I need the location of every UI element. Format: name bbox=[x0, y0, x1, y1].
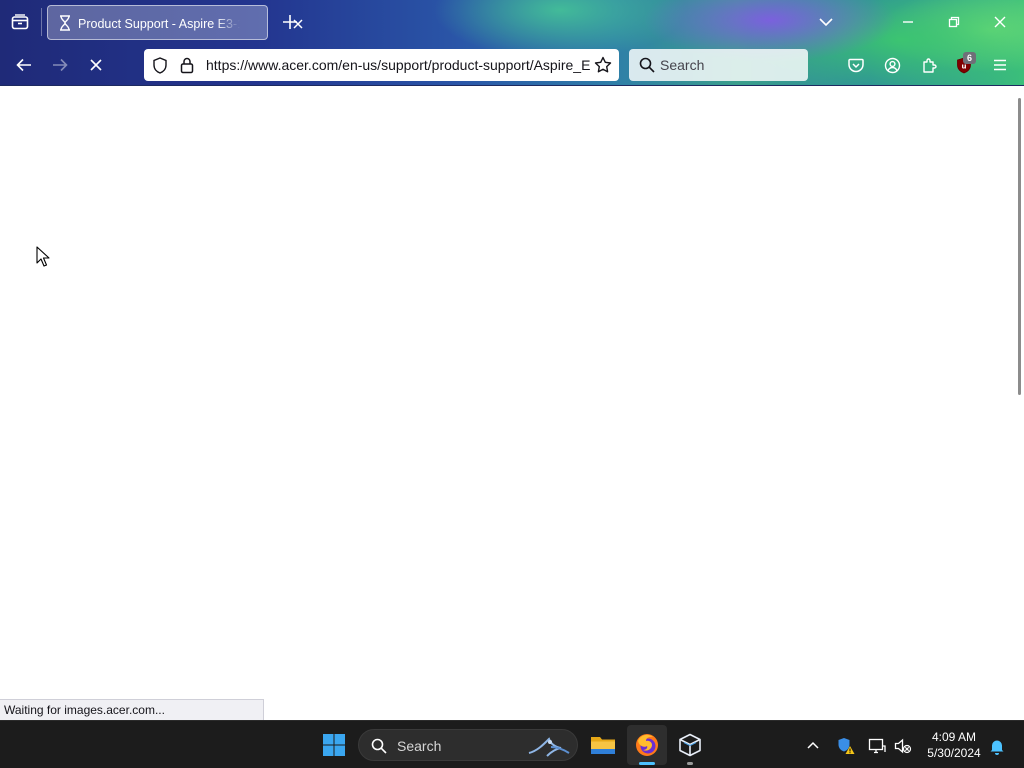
bell-icon bbox=[990, 740, 1004, 755]
app-menu-button[interactable] bbox=[989, 54, 1011, 76]
network-monitor-icon bbox=[868, 738, 886, 754]
puzzle-piece-icon bbox=[922, 57, 937, 73]
search-highlight-bird-icon bbox=[528, 737, 570, 757]
scrollbar-thumb[interactable] bbox=[1018, 98, 1021, 395]
start-button[interactable] bbox=[314, 725, 354, 765]
tab-title: Product Support - Aspire E3-111 bbox=[78, 17, 240, 31]
account-icon bbox=[884, 57, 900, 73]
new-tab-button[interactable] bbox=[280, 12, 300, 32]
windows-security-tray-button[interactable] bbox=[835, 735, 857, 757]
pocket-button[interactable] bbox=[845, 54, 867, 76]
restore-button[interactable] bbox=[939, 10, 969, 34]
taskbar: Search 4:09 AM 5/30/2024 bbox=[0, 720, 1024, 768]
firefox-view-icon bbox=[11, 14, 29, 30]
speaker-muted-icon bbox=[894, 738, 912, 754]
list-all-tabs-button[interactable] bbox=[815, 12, 837, 32]
taskbar-clock[interactable]: 4:09 AM 5/30/2024 bbox=[918, 729, 990, 761]
network-tray-button[interactable] bbox=[866, 735, 888, 757]
hamburger-menu-icon bbox=[994, 59, 1006, 71]
firefox-view-button[interactable] bbox=[8, 11, 32, 33]
search-placeholder: Search bbox=[660, 57, 705, 73]
search-icon bbox=[639, 57, 655, 73]
arrow-right-icon bbox=[53, 58, 68, 72]
clock-time: 4:09 AM bbox=[931, 730, 977, 744]
mouse-pointer-icon bbox=[36, 246, 50, 267]
stop-loading-button[interactable] bbox=[84, 54, 108, 76]
virtualbox-cube-icon bbox=[679, 733, 701, 757]
url-bar[interactable]: https://www.acer.com/en-us/support/produ… bbox=[144, 49, 619, 81]
clock-date: 5/30/2024 bbox=[927, 746, 981, 760]
pocket-icon bbox=[848, 58, 864, 72]
notifications-button[interactable] bbox=[986, 735, 1008, 757]
arrow-left-icon bbox=[16, 58, 31, 72]
file-explorer-button[interactable] bbox=[583, 725, 623, 765]
tab-product-support[interactable]: Product Support - Aspire E3-111 bbox=[47, 5, 303, 40]
account-button[interactable] bbox=[881, 54, 903, 76]
page-content bbox=[0, 87, 1024, 720]
volume-tray-button[interactable] bbox=[892, 735, 914, 757]
search-bar[interactable]: Search bbox=[629, 49, 808, 81]
virtualbox-button[interactable] bbox=[670, 725, 710, 765]
search-icon bbox=[371, 738, 387, 754]
tab-separator bbox=[41, 8, 42, 36]
tracking-protection-shield-icon[interactable] bbox=[152, 57, 168, 74]
stop-icon bbox=[90, 59, 102, 71]
plus-icon bbox=[283, 15, 297, 29]
folder-icon bbox=[591, 737, 615, 754]
firefox-taskbar-button[interactable] bbox=[627, 725, 667, 765]
lock-icon[interactable] bbox=[180, 57, 194, 74]
browser-chrome: Product Support - Aspire E3-111 https://… bbox=[0, 0, 1024, 86]
taskbar-search-placeholder: Search bbox=[397, 738, 442, 754]
firefox-logo-icon bbox=[636, 734, 658, 756]
nav-toolbar: https://www.acer.com/en-us/support/produ… bbox=[0, 44, 1024, 86]
taskbar-search-box[interactable]: Search bbox=[358, 729, 578, 761]
chevron-up-icon bbox=[807, 741, 819, 749]
status-panel: Waiting for images.acer.com... bbox=[0, 699, 264, 720]
back-button[interactable] bbox=[12, 54, 36, 76]
chevron-down-icon bbox=[819, 18, 833, 27]
tab-bar: Product Support - Aspire E3-111 bbox=[0, 0, 1024, 44]
show-hidden-icons-button[interactable] bbox=[803, 735, 823, 755]
firefox-running-indicator bbox=[639, 762, 655, 765]
close-icon bbox=[994, 16, 1006, 28]
virtualbox-running-indicator bbox=[687, 762, 693, 765]
loading-hourglass-icon bbox=[60, 15, 70, 31]
bookmark-star-icon[interactable] bbox=[594, 56, 612, 74]
forward-button[interactable] bbox=[48, 54, 72, 76]
windows-logo-icon bbox=[323, 734, 345, 756]
restore-icon bbox=[948, 16, 960, 28]
minimize-button[interactable] bbox=[893, 10, 923, 34]
url-text[interactable]: https://www.acer.com/en-us/support/produ… bbox=[206, 56, 590, 74]
minimize-icon bbox=[903, 21, 913, 23]
extension-badge-count: 6 bbox=[963, 52, 976, 64]
close-window-button[interactable] bbox=[985, 10, 1015, 34]
extensions-button[interactable] bbox=[918, 54, 940, 76]
security-shield-warning-icon bbox=[838, 738, 855, 754]
